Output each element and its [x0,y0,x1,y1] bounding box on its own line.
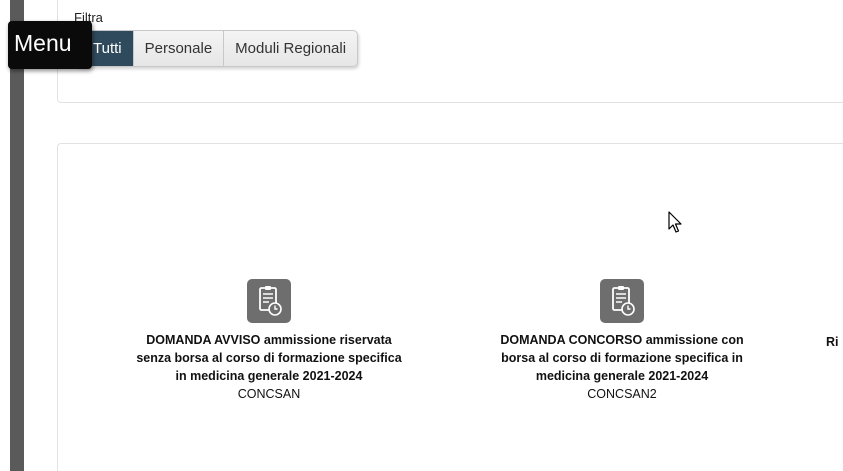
title-line: in medicina generale 2021-2024 [175,369,363,383]
title-line: senza borsa al corso di formazione speci… [136,351,402,365]
filter-tab-moduli-regionali[interactable]: Moduli Regionali [223,31,357,66]
module-card-code: CONCSAN2 [587,387,657,401]
page: Filtra Tutti Personale Moduli Regionali … [0,0,843,471]
title-line: medicina generale 2021-2024 [535,369,709,383]
module-card-title: DOMANDA CONCORSO ammissione con borsa al… [457,331,787,385]
title-line: DOMANDA AVVISO ammissione riservata [146,333,392,347]
filter-button-group: Tutti Personale Moduli Regionali [76,30,359,67]
form-clock-icon [600,279,644,323]
filter-tab-personale[interactable]: Personale [132,31,224,66]
module-card-title: DOMANDA AVVISO ammissione riservata senz… [104,331,434,385]
title-line: borsa al corso di formazione specifica i… [501,351,743,365]
module-card-code: CONCSAN [237,387,301,401]
module-card-concsan2[interactable]: DOMANDA CONCORSO ammissione con borsa al… [457,279,787,403]
menu-button[interactable]: Menu [8,21,92,69]
module-card-partial[interactable]: Ri [826,335,839,349]
module-card-concsan[interactable]: DOMANDA AVVISO ammissione riservata senz… [104,279,434,403]
mouse-cursor-icon [668,211,682,233]
title-line: DOMANDA CONCORSO ammissione con [500,333,744,347]
form-clock-icon [247,279,291,323]
left-sidebar-bar [10,0,24,471]
